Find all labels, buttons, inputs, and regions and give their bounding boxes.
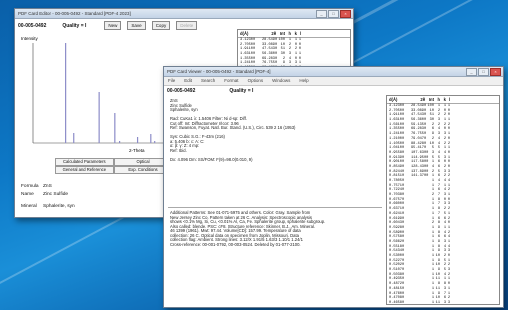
maximize-button[interactable]: □ [478,68,489,76]
divider [168,207,382,208]
table-cell: 1 [431,300,434,305]
menu-help[interactable]: Help [299,77,308,85]
x-axis-label: 2-Theta [129,148,145,153]
column-header[interactable]: l [446,96,450,103]
maximize-button[interactable]: □ [328,10,339,18]
menu-file[interactable]: File [168,77,175,85]
quality-label: Quality = I [229,88,254,94]
new-button[interactable]: New [104,21,122,30]
name-value: Zinc Sulfide [43,192,69,197]
delete-button[interactable]: Delete [176,21,198,30]
menu-windows[interactable]: Windows [272,77,290,85]
y-axis-label: Intensity [21,36,39,41]
tab-calculated-parameters[interactable]: Calculated Parameters [55,158,114,166]
pdf-number: 00-005-0492 [18,22,47,29]
table-cell [411,301,425,304]
comment-line: Cross-reference: 00-001-0792, 00-003-052… [170,241,301,247]
minimize-button[interactable]: _ [466,68,477,76]
copy-button[interactable]: Copy [151,21,171,30]
formula-label: Formula [21,184,39,189]
quality-label: Quality = I [62,22,87,29]
column-header[interactable]: Int [276,30,285,37]
mineral-value: Sphalerite, syn [43,204,75,209]
window-title: PDF Card Editor - 00-005-0492 - Standard… [18,11,131,16]
column-header[interactable]: d(Å) [238,30,262,37]
menu-bar: File Edit Search Format Options Windows … [164,77,503,86]
peak-table[interactable]: d(Å) 2θ Int h k l 3.12300 28.5490 100 1 1 1 2.70500… [386,95,500,305]
table-cell: 3 [447,300,450,305]
column-header[interactable]: 2θ [262,30,276,37]
menu-edit[interactable]: Edit [184,77,192,85]
title-bar[interactable]: PDF Card Viewer - 00-005-0492 - Standard… [164,67,503,77]
window-title: PDF Card Viewer - 00-005-0492 - Standard… [167,69,271,74]
card-comments: Additional Patterns: See 01-071-5975 and… [170,210,384,247]
column-header[interactable]: d(Å) [387,96,411,103]
tab-general-reference[interactable]: General and Reference [55,166,114,174]
info-line: Dx: 4.096 Dm: SS/FOM: F(9)=98.0(0.010, 9… [170,156,253,162]
column-header[interactable]: l [297,30,301,37]
menu-format[interactable]: Format [224,77,238,85]
close-button[interactable]: × [490,68,501,76]
column-header[interactable]: 2θ [411,96,425,103]
table-cell: 0.46580 [389,300,405,305]
minimize-button[interactable]: _ [316,10,327,18]
card-viewer-window: PDF Card Viewer - 00-005-0492 - Standard… [163,66,504,308]
close-button[interactable]: × [340,10,351,18]
title-bar[interactable]: PDF Card Editor - 00-005-0492 - Standard… [15,9,353,19]
menu-search[interactable]: Search [201,77,215,85]
card-info: ZnS Zinc Sulfide Sphalerite, syn Rad: CuKa… [170,98,380,162]
menu-options[interactable]: Options [248,77,264,85]
save-button[interactable]: Save [127,21,146,30]
column-header[interactable]: Int [425,96,434,103]
formula-value: ZnS [43,184,52,189]
mineral-label: Mineral [21,204,37,209]
pdf-number: 00-005-0492 [167,88,196,94]
table-row[interactable]: 0.46580 1 11 3 3 [387,300,499,305]
name-label: Name [21,192,34,197]
